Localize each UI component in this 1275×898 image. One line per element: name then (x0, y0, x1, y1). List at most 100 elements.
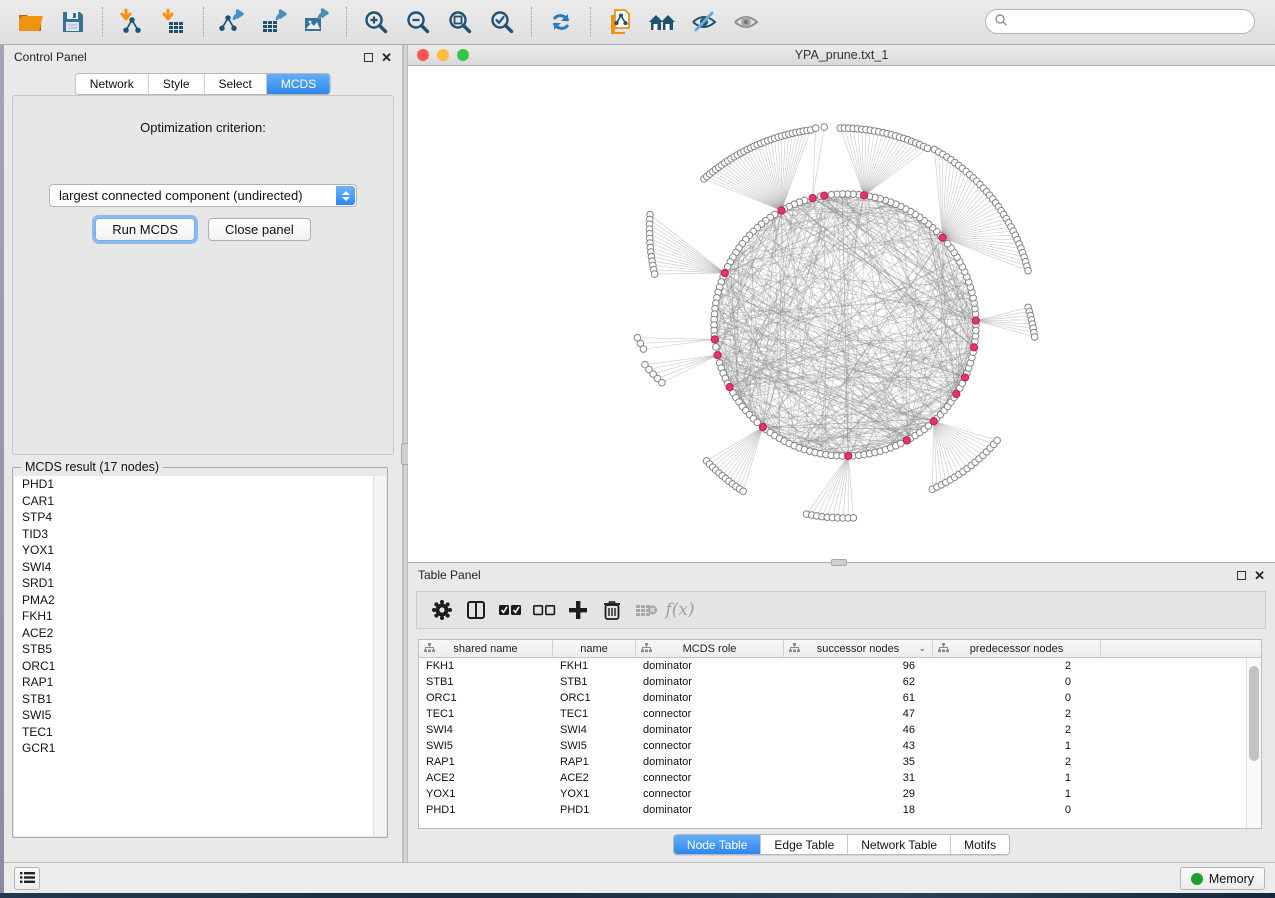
cell-predecessor: 0 (933, 802, 1101, 818)
cell-name: RAP1 (553, 754, 636, 770)
tab-motifs[interactable]: Motifs (950, 835, 1009, 854)
column-icon[interactable] (461, 596, 491, 624)
table-scrollbar-thumb[interactable] (1249, 666, 1259, 761)
trash-icon[interactable] (597, 596, 627, 624)
function-builder-icon[interactable]: f(x) (665, 596, 695, 624)
memory-button[interactable]: Memory (1180, 867, 1265, 890)
mcds-result-item[interactable]: CAR1 (14, 493, 386, 510)
zoom-in-icon[interactable] (359, 5, 393, 39)
table-row[interactable]: ORC1ORC1dominator610 (419, 690, 1261, 706)
tab-network[interactable]: Network (76, 74, 148, 94)
float-table-panel-icon[interactable] (1237, 571, 1246, 580)
table-row[interactable]: STB1STB1dominator620 (419, 674, 1261, 690)
column-header-MCDS-role[interactable]: MCDS role (636, 640, 784, 657)
control-panel-tabs: NetworkStyleSelectMCDS (75, 73, 331, 95)
horizontal-splitter-handle[interactable] (831, 559, 847, 566)
network-canvas[interactable] (408, 66, 1274, 562)
tab-style[interactable]: Style (148, 74, 204, 94)
cell-successor: 18 (784, 802, 933, 818)
tab-select[interactable]: Select (204, 74, 266, 94)
result-list-scrollbar[interactable] (373, 476, 386, 836)
network-window-titlebar[interactable]: YPA_prune.txt_1 (408, 45, 1275, 66)
table-row[interactable]: YOX1YOX1connector291 (419, 786, 1261, 802)
table-row[interactable]: ACE2ACE2connector311 (419, 770, 1261, 786)
mcds-result-item[interactable]: SWI4 (14, 559, 386, 576)
float-panel-icon[interactable] (364, 53, 373, 62)
table-row[interactable]: FKH1FKH1dominator962 (419, 658, 1261, 674)
column-header-filler (1101, 640, 1261, 657)
tab-mcds[interactable]: MCDS (266, 74, 330, 94)
import-table-icon[interactable] (157, 5, 191, 39)
houses-icon[interactable] (645, 5, 679, 39)
column-header-name[interactable]: name (553, 640, 636, 657)
mcds-result-item[interactable]: STB5 (14, 641, 386, 658)
delete-table-icon[interactable] (631, 596, 661, 624)
table-column-icon (938, 643, 949, 656)
column-header-predecessor-nodes[interactable]: predecessor nodes (933, 640, 1101, 657)
column-header-shared-name[interactable]: shared name (419, 640, 553, 657)
mcds-result-item[interactable]: SWI5 (14, 707, 386, 724)
zoom-selected-icon[interactable] (485, 5, 519, 39)
show-details-eye-icon[interactable] (729, 5, 763, 39)
hide-details-eye-icon[interactable] (687, 5, 721, 39)
table-scrollbar[interactable] (1246, 658, 1261, 828)
table-row[interactable]: SWI5SWI5connector431 (419, 738, 1261, 754)
mcds-result-item[interactable]: TID3 (14, 526, 386, 543)
cell-shared_name: PHD1 (419, 802, 553, 818)
table-row[interactable]: SWI4SWI4dominator462 (419, 722, 1261, 738)
export-image-icon[interactable] (300, 5, 334, 39)
close-table-panel-icon[interactable]: ✕ (1254, 571, 1265, 580)
deselect-all-icon[interactable] (529, 596, 559, 624)
mcds-result-item[interactable]: TEC1 (14, 724, 386, 741)
close-panel-icon[interactable]: ✕ (381, 53, 392, 62)
toolbar-separator (102, 7, 103, 37)
mcds-result-item[interactable]: STP4 (14, 509, 386, 526)
criterion-dropdown[interactable]: largest connected component (undirected) (49, 184, 357, 207)
optimization-criterion-label: Optimization criterion: (13, 120, 393, 135)
search-input[interactable] (985, 9, 1255, 34)
gear-icon[interactable] (427, 596, 457, 624)
tab-node-table[interactable]: Node Table (674, 835, 761, 854)
task-history-button[interactable] (14, 867, 40, 890)
import-network-icon[interactable] (115, 5, 149, 39)
export-table-icon[interactable] (258, 5, 292, 39)
mcds-result-list[interactable]: PHD1CAR1STP4TID3YOX1SWI4SRD1PMA2FKH1ACE2… (14, 476, 386, 836)
mcds-result-item[interactable]: STB1 (14, 691, 386, 708)
cell-mcds_role: dominator (636, 690, 784, 706)
mcds-result-item[interactable]: ACE2 (14, 625, 386, 642)
table-row[interactable]: PHD1PHD1dominator180 (419, 802, 1261, 818)
save-icon[interactable] (56, 5, 90, 39)
run-mcds-button[interactable]: Run MCDS (95, 218, 195, 241)
table-row[interactable]: TEC1TEC1connector472 (419, 706, 1261, 722)
open-folder-icon[interactable] (14, 5, 48, 39)
clone-network-icon[interactable] (603, 5, 637, 39)
mcds-result-item[interactable]: FKH1 (14, 608, 386, 625)
close-panel-button[interactable]: Close panel (208, 218, 311, 241)
mcds-result-item[interactable]: PHD1 (14, 476, 386, 493)
mcds-result-item[interactable]: SRD1 (14, 575, 386, 592)
cell-successor: 43 (784, 738, 933, 754)
dropdown-stepper-icon (336, 186, 355, 205)
select-all-icon[interactable] (495, 596, 525, 624)
tab-edge-table[interactable]: Edge Table (760, 835, 847, 854)
add-icon[interactable] (563, 596, 593, 624)
cell-mcds_role: connector (636, 706, 784, 722)
table-row[interactable]: RAP1RAP1dominator352 (419, 754, 1261, 770)
mcds-result-item[interactable]: PMA2 (14, 592, 386, 609)
zoom-out-icon[interactable] (401, 5, 435, 39)
zoom-fit-icon[interactable] (443, 5, 477, 39)
column-header-successor-nodes[interactable]: successor nodes⌄ (784, 640, 933, 657)
cell-mcds_role: dominator (636, 754, 784, 770)
mcds-result-item[interactable]: GCR1 (14, 740, 386, 757)
mcds-result-item[interactable]: RAP1 (14, 674, 386, 691)
sort-indicator-icon[interactable]: ⌄ (918, 643, 926, 654)
mcds-result-item[interactable]: ORC1 (14, 658, 386, 675)
cell-successor: 47 (784, 706, 933, 722)
tab-network-table[interactable]: Network Table (847, 835, 950, 854)
cell-predecessor: 2 (933, 706, 1101, 722)
refresh-icon[interactable] (544, 5, 578, 39)
mcds-result-item[interactable]: YOX1 (14, 542, 386, 559)
cell-successor: 96 (784, 658, 933, 674)
export-network-icon[interactable] (216, 5, 250, 39)
cell-mcds_role: connector (636, 770, 784, 786)
